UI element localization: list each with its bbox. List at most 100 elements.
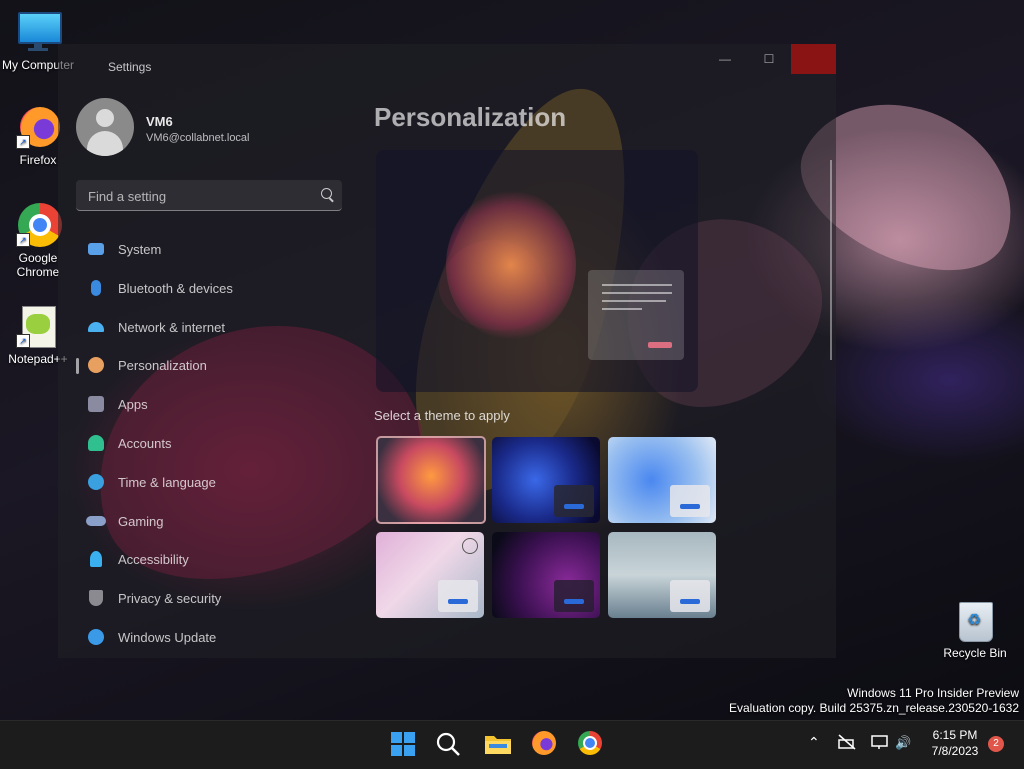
shield-icon [89,590,103,607]
title-bar[interactable]: Settings — ☐ [58,44,836,74]
maximize-icon: ☐ [763,52,775,66]
sidebar-item-label: Personalization [118,358,207,374]
clock[interactable]: 6:15 PM 7/8/2023 [920,727,990,759]
search-button[interactable] [435,731,461,757]
sidebar-item-label: Accounts [118,435,172,451]
theme-chip [670,580,710,612]
search-icon[interactable] [321,188,332,199]
sidebar-nav: System Bluetooth & devices Network & int… [76,230,342,657]
preview-line [602,292,672,294]
settings-window[interactable]: Settings — ☐ VM6 VM6@collabnet.local Sys… [58,44,836,658]
sidebar-item-label: Bluetooth & devices [118,280,233,296]
sidebar-item-windows-update[interactable]: Windows Update [76,618,342,657]
preview-line [602,300,666,302]
sidebar-item-label: Accessibility [118,552,189,568]
preview-line [602,284,672,286]
shortcut-arrow-icon: ↗ [16,334,30,348]
sidebar-item-time-language[interactable]: Time & language [76,463,342,502]
camera-icon [462,538,478,554]
theme-chip [670,485,710,517]
bluetooth-icon [91,279,101,296]
system-icon [88,243,104,255]
minimize-icon: — [719,52,731,66]
preview-line [602,308,642,310]
theme-thumbnail[interactable] [376,532,484,618]
monitor-icon [16,10,62,54]
chrome-icon [578,731,602,755]
avatar[interactable] [76,98,134,156]
desktop-icon-label: Recycle Bin [943,646,1007,660]
sidebar-item-apps[interactable]: Apps [76,385,342,424]
sidebar-item-system[interactable]: System [76,230,342,269]
sidebar-item-accounts[interactable]: Accounts [76,424,342,463]
watermark-edition: Windows 11 Pro Insider Preview [847,686,1019,700]
clock-date: 7/8/2023 [931,744,979,758]
desktop-icon-label: Google Chrome [16,251,60,279]
folder-icon [485,736,511,754]
network-disconnected-icon[interactable] [838,734,856,750]
sidebar-item-gaming[interactable]: Gaming [76,502,342,541]
watermark-build: Evaluation copy. Build 25375.zn_release.… [729,701,1019,715]
sidebar-item-accessibility[interactable]: Accessibility [76,540,342,579]
shortcut-arrow-icon: ↗ [16,233,30,247]
shortcut-arrow-icon: ↗ [16,135,30,149]
theme-thumbnail[interactable] [376,436,486,524]
sidebar-item-label: Apps [118,397,148,413]
start-button[interactable] [390,731,416,757]
sidebar-item-label: Windows Update [118,629,217,645]
desktop-icon-label: Firefox [19,153,57,167]
theme-section-label: Select a theme to apply [374,408,510,423]
sidebar-item-label: Privacy & security [118,591,222,607]
personalization-icon [88,357,104,374]
show-hidden-icons-button[interactable]: ⌃ [808,734,820,751]
file-explorer-button[interactable] [484,731,511,757]
gaming-icon [86,515,106,526]
sidebar-item-label: Time & language [118,474,216,490]
chrome-icon: ↗ [16,203,62,247]
display-icon[interactable] [871,734,889,750]
maximize-button[interactable]: ☐ [746,44,792,74]
user-name: VM6 [146,114,173,129]
firefox-icon: ↗ [16,105,60,149]
search-input[interactable] [86,186,310,206]
theme-chip [438,580,478,612]
user-icon-body [87,131,123,156]
sidebar-item-personalization[interactable]: Personalization [76,346,342,385]
close-button[interactable] [791,44,836,74]
firefox-taskbar-button[interactable] [532,731,558,757]
scrollbar[interactable] [830,160,832,360]
time-language-icon [88,473,104,490]
theme-thumbnail[interactable] [492,532,600,618]
theme-preview [376,150,698,392]
firefox-icon [532,731,556,755]
user-icon-head [96,109,114,127]
window-title: Settings [108,60,152,74]
theme-thumbnail[interactable] [608,437,716,523]
page-title: Personalization [374,102,567,132]
search-box[interactable] [76,180,342,211]
notification-badge[interactable]: 2 [988,736,1004,752]
theme-thumbnail[interactable] [608,532,716,618]
windows-update-icon [88,628,104,645]
sidebar-item-privacy-security[interactable]: Privacy & security [76,579,342,618]
clock-time: 6:15 PM [932,728,978,742]
user-email: VM6@collabnet.local [146,132,250,144]
speaker-icon[interactable]: 🔊 [895,735,911,751]
theme-chip [554,580,594,612]
desktop-icon-recycle-bin[interactable]: ♻ Recycle Bin [936,598,1014,660]
network-icon [88,321,104,332]
preview-button [648,342,672,348]
windows-logo-icon [391,732,415,756]
sidebar-item-label: System [118,242,162,257]
minimize-button[interactable]: — [702,44,748,74]
recycle-bin-icon: ♻ [953,598,997,642]
sidebar-item-label: Gaming [118,513,164,529]
chrome-taskbar-button[interactable] [578,731,604,757]
theme-chip [554,485,594,517]
accessibility-icon [90,551,102,568]
accounts-icon [88,434,104,451]
taskbar: ⌃ 🔊 6:15 PM 7/8/2023 2 [0,720,1024,769]
theme-thumbnail[interactable] [492,437,600,523]
sidebar-item-bluetooth-devices[interactable]: Bluetooth & devices [76,269,342,308]
sidebar-item-network-internet[interactable]: Network & internet [76,308,342,347]
